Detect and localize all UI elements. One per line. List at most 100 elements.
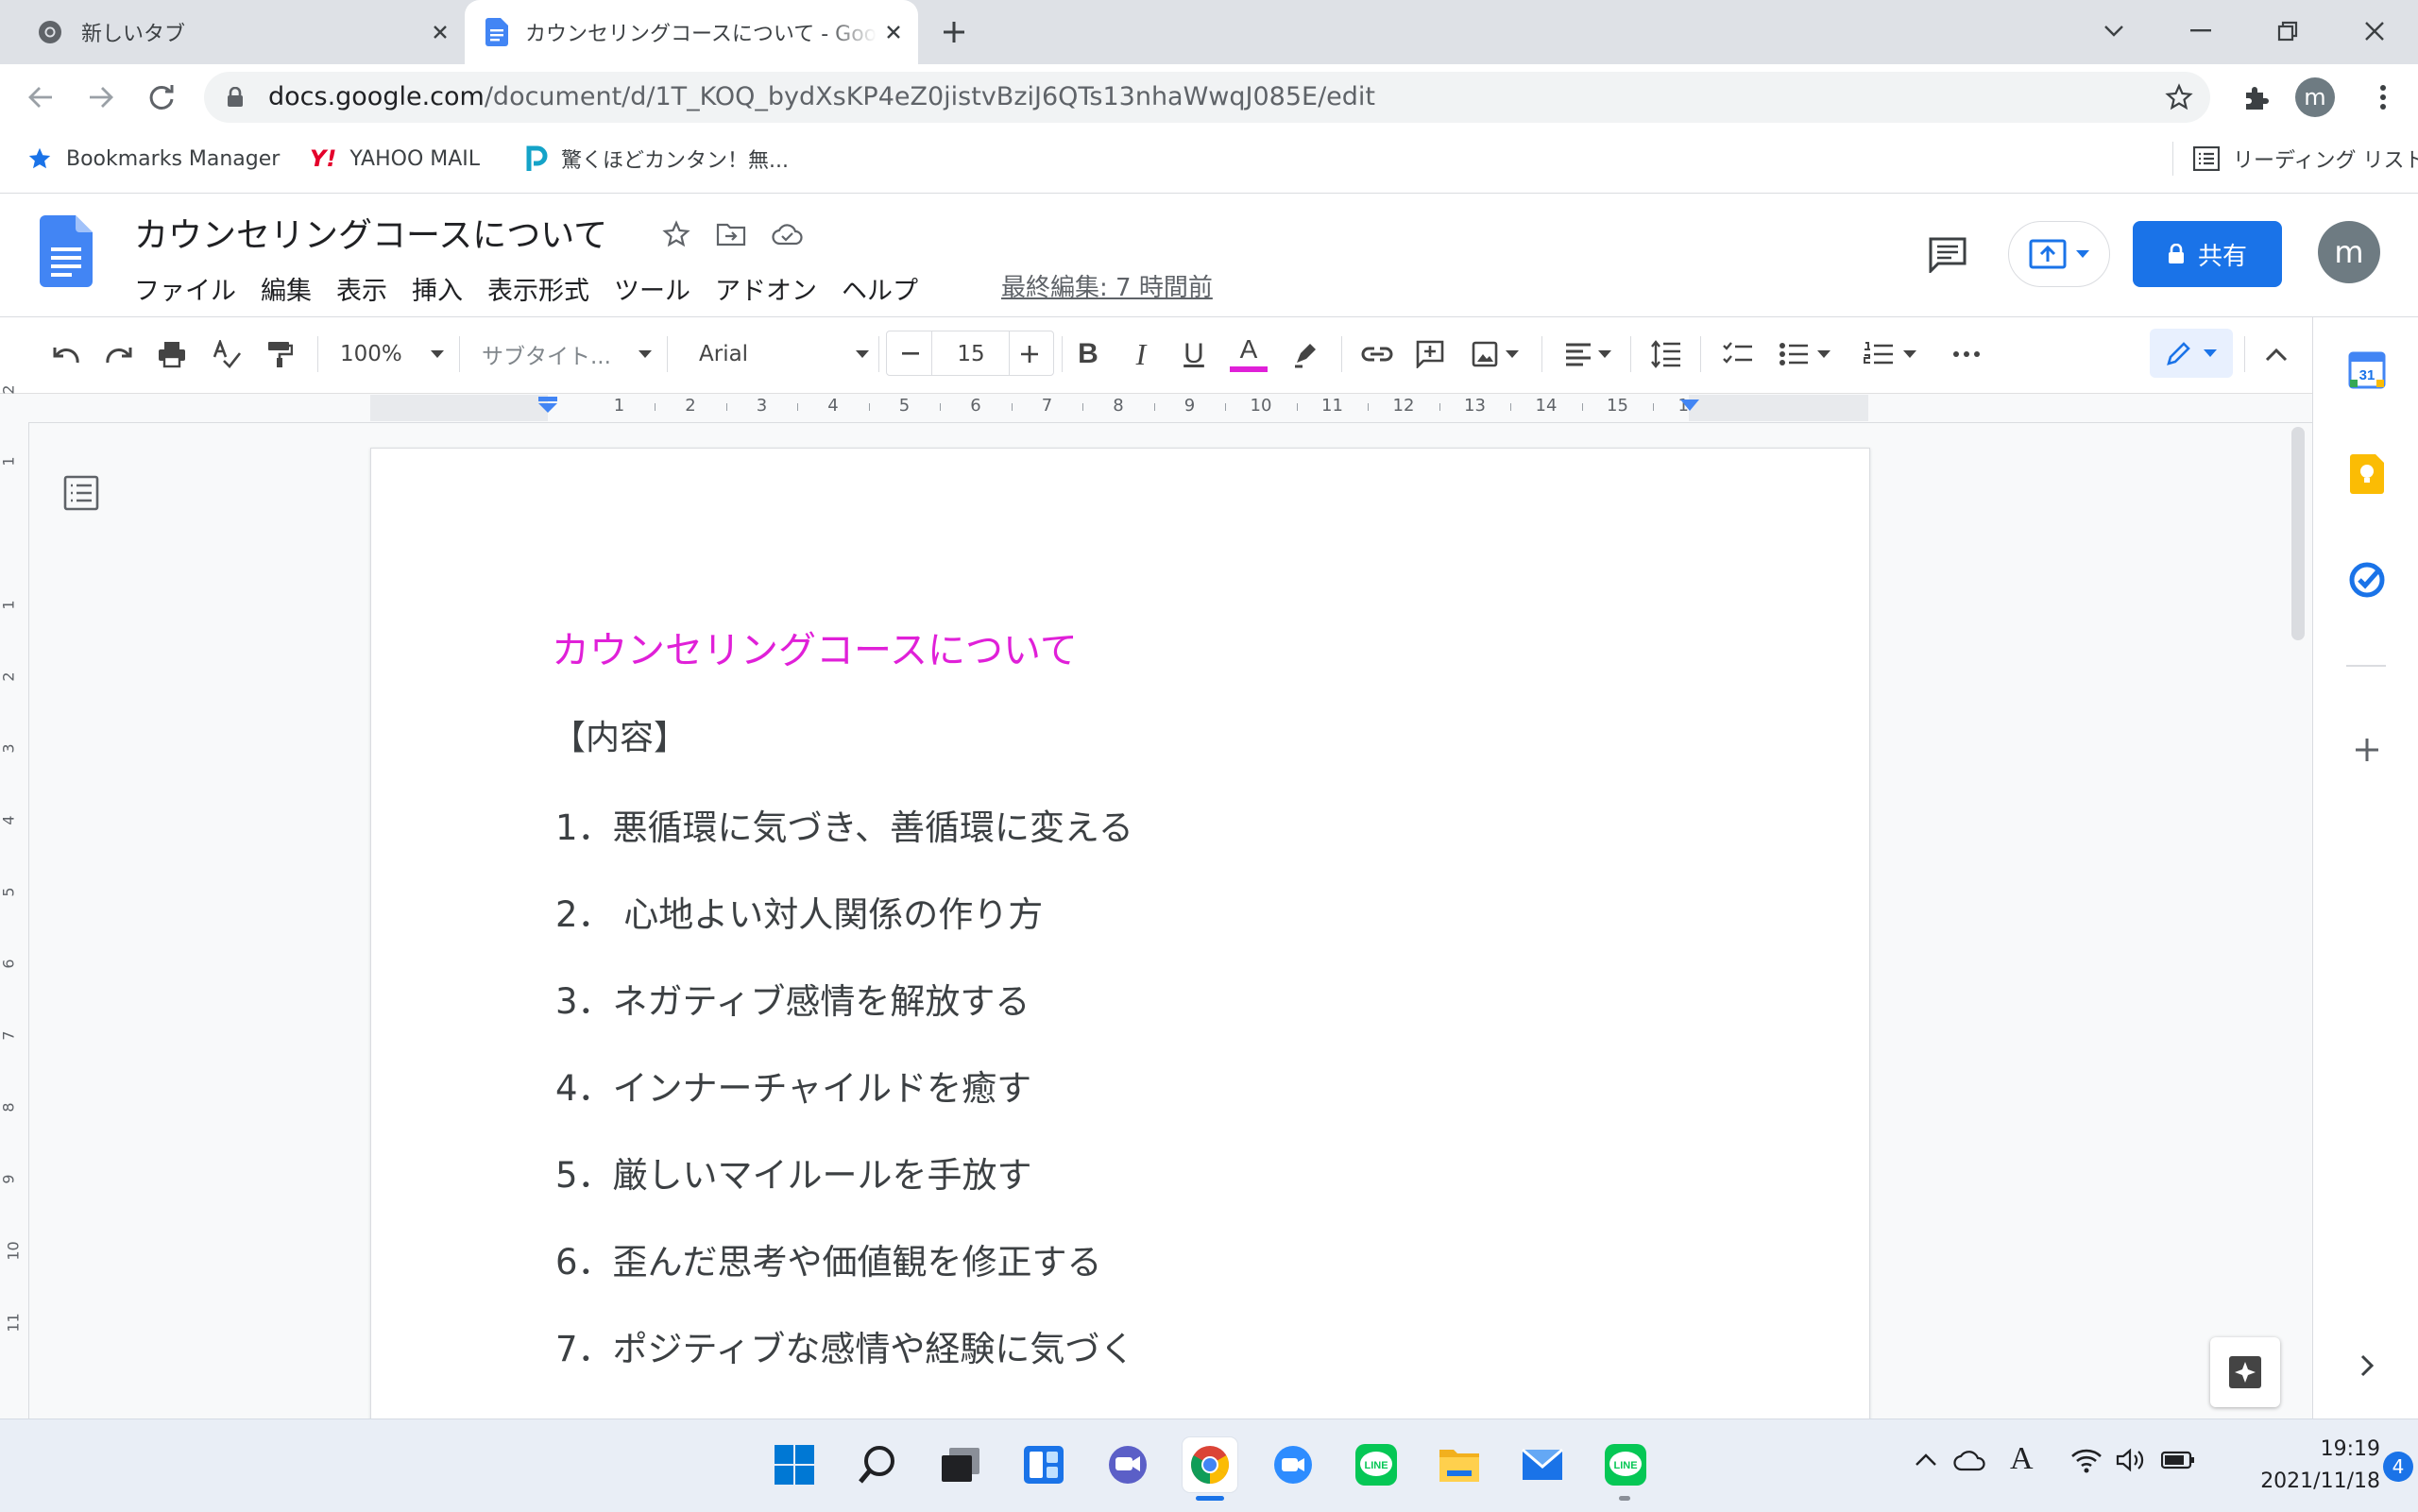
list-item[interactable]: 2． 心地よい対人関係の作り方 bbox=[555, 886, 1043, 937]
font-size-input[interactable]: 15 bbox=[933, 332, 1009, 376]
wifi-icon[interactable] bbox=[2070, 1447, 2103, 1473]
add-addon-icon[interactable] bbox=[2344, 727, 2390, 773]
left-indent-marker[interactable] bbox=[536, 397, 559, 414]
underline-icon[interactable]: U bbox=[1173, 332, 1215, 376]
list-item[interactable]: 7．ポジティブな感情や経験に気づく bbox=[555, 1320, 1134, 1371]
text-color-button[interactable]: A bbox=[1228, 332, 1269, 376]
highlight-color-icon[interactable] bbox=[1285, 332, 1326, 376]
menu-addons[interactable]: アドオン bbox=[715, 270, 817, 307]
bookmark-bookmarks-manager[interactable]: Bookmarks Manager bbox=[26, 140, 280, 178]
menu-help[interactable]: ヘルプ bbox=[842, 270, 918, 307]
lock-icon[interactable] bbox=[227, 87, 244, 108]
list-item[interactable]: 3．ネガティブ感情を解放する bbox=[555, 973, 1030, 1024]
chrome-taskbar-icon[interactable] bbox=[1183, 1437, 1237, 1492]
add-comment-icon[interactable] bbox=[1409, 332, 1451, 376]
menu-insert[interactable]: 挿入 bbox=[412, 270, 463, 307]
menu-view[interactable]: 表示 bbox=[336, 270, 387, 307]
tab-google-docs[interactable]: カウンセリングコースについて - Google ドキュメント bbox=[465, 0, 918, 64]
increase-font-size-icon[interactable] bbox=[1009, 332, 1050, 376]
list-item[interactable]: 6．歪んだ思考や価値観を修正する bbox=[555, 1233, 1102, 1284]
profile-avatar[interactable]: m bbox=[2295, 77, 2335, 117]
chrome-menu-icon[interactable] bbox=[2361, 76, 2405, 119]
back-icon[interactable] bbox=[19, 76, 62, 119]
document-outline-icon[interactable] bbox=[60, 472, 102, 514]
align-button[interactable] bbox=[1557, 332, 1619, 376]
scrollbar-thumb[interactable] bbox=[2291, 427, 2305, 640]
menu-edit[interactable]: 編集 bbox=[261, 270, 312, 307]
bookmark-kantan[interactable]: 驚くほどカンタン！無... bbox=[525, 140, 789, 178]
start-windows-icon[interactable] bbox=[767, 1437, 822, 1492]
extensions-icon[interactable] bbox=[2235, 76, 2278, 119]
docs-home-icon[interactable] bbox=[40, 215, 93, 287]
menu-file[interactable]: ファイル bbox=[134, 270, 236, 307]
more-options-icon[interactable] bbox=[1946, 332, 1987, 376]
line-second-icon[interactable]: LINE bbox=[1598, 1437, 1653, 1492]
close-tab-icon[interactable] bbox=[877, 15, 911, 49]
expand-side-panel-icon[interactable] bbox=[2344, 1343, 2390, 1388]
reading-list-button[interactable]: リーディング リスト bbox=[2193, 140, 2418, 178]
insert-link-icon[interactable] bbox=[1356, 332, 1398, 376]
italic-icon[interactable]: I bbox=[1120, 332, 1162, 376]
bold-icon[interactable]: B bbox=[1067, 332, 1109, 376]
task-view-icon[interactable] bbox=[933, 1437, 988, 1492]
close-tab-icon[interactable] bbox=[423, 15, 457, 49]
line-icon[interactable]: LINE bbox=[1349, 1437, 1404, 1492]
list-item[interactable]: 4．インナーチャイルドを癒す bbox=[555, 1060, 1031, 1111]
cloud-saved-icon[interactable] bbox=[769, 215, 807, 253]
forward-icon[interactable] bbox=[79, 76, 123, 119]
font-select[interactable]: Arial bbox=[699, 332, 869, 376]
zoom-icon[interactable] bbox=[1266, 1437, 1320, 1492]
account-avatar[interactable]: m bbox=[2318, 221, 2380, 283]
print-icon[interactable] bbox=[151, 332, 193, 376]
undo-icon[interactable] bbox=[45, 332, 87, 376]
section-label[interactable]: 【内容】 bbox=[552, 710, 688, 759]
comments-icon[interactable] bbox=[1923, 230, 1972, 280]
battery-icon[interactable] bbox=[2161, 1451, 2195, 1470]
numbered-list-button[interactable] bbox=[1857, 332, 1923, 376]
file-explorer-icon[interactable] bbox=[1432, 1437, 1487, 1492]
right-indent-marker[interactable] bbox=[1679, 399, 1700, 412]
onedrive-icon[interactable] bbox=[1953, 1449, 1987, 1471]
tasks-icon[interactable] bbox=[2344, 557, 2390, 603]
star-document-icon[interactable] bbox=[657, 215, 695, 253]
menu-format[interactable]: 表示形式 bbox=[487, 270, 589, 307]
editing-mode-button[interactable] bbox=[2150, 329, 2233, 378]
restore-button[interactable] bbox=[2261, 8, 2314, 55]
zoom-select[interactable]: 100% bbox=[340, 332, 444, 376]
reload-icon[interactable] bbox=[140, 76, 183, 119]
spellcheck-icon[interactable] bbox=[206, 332, 247, 376]
horizontal-ruler[interactable]: 21123456789101112131415161718 bbox=[0, 394, 2312, 423]
bookmark-yahoo-mail[interactable]: Y! YAHOO MAIL bbox=[310, 140, 480, 178]
ime-indicator[interactable]: A bbox=[2010, 1441, 2034, 1477]
explore-button[interactable] bbox=[2210, 1337, 2280, 1407]
close-window-button[interactable] bbox=[2348, 8, 2401, 55]
notification-badge[interactable]: 4 bbox=[2383, 1452, 2413, 1482]
paint-format-icon[interactable] bbox=[259, 332, 300, 376]
keep-icon[interactable] bbox=[2344, 451, 2390, 497]
new-tab-button[interactable] bbox=[935, 13, 973, 51]
mail-icon[interactable] bbox=[1515, 1437, 1570, 1492]
search-icon[interactable] bbox=[850, 1437, 905, 1492]
list-item[interactable]: 5．厳しいマイルールを手放す bbox=[555, 1147, 1032, 1198]
widgets-icon[interactable] bbox=[1016, 1437, 1071, 1492]
menu-tools[interactable]: ツール bbox=[614, 270, 690, 307]
minimize-button[interactable] bbox=[2174, 8, 2227, 55]
volume-icon[interactable] bbox=[2116, 1447, 2148, 1473]
vertical-ruler[interactable]: 2 1 1 2 3 4 5 6 7 8 9 10 11 bbox=[0, 384, 29, 1419]
decrease-font-size-icon[interactable] bbox=[890, 332, 931, 376]
show-hidden-icons[interactable] bbox=[1914, 1451, 1938, 1468]
url-text[interactable]: docs.google.com/document/d/1T_KOQ_bydXsK… bbox=[268, 79, 1375, 115]
last-edit-link[interactable]: 最終編集: 7 時間前 bbox=[1001, 268, 1213, 303]
tab-new-tab[interactable]: 新しいタブ bbox=[23, 0, 457, 64]
teams-chat-icon[interactable] bbox=[1099, 1437, 1154, 1492]
list-item[interactable]: 1．悪循環に気づき、善循環に変える bbox=[555, 799, 1133, 850]
calendar-icon[interactable]: 31 bbox=[2344, 348, 2390, 393]
redo-icon[interactable] bbox=[98, 332, 140, 376]
checklist-icon[interactable] bbox=[1717, 332, 1759, 376]
present-button[interactable] bbox=[2008, 221, 2110, 287]
system-clock[interactable]: 19:19 2021/11/18 bbox=[2210, 1434, 2380, 1498]
bookmark-star-icon[interactable] bbox=[2157, 76, 2201, 119]
collapse-menus-icon[interactable] bbox=[2256, 332, 2297, 376]
document-title-input[interactable]: カウンセリングコースについて bbox=[134, 208, 607, 257]
document-heading[interactable]: カウンセリングコースについて bbox=[552, 620, 1078, 674]
